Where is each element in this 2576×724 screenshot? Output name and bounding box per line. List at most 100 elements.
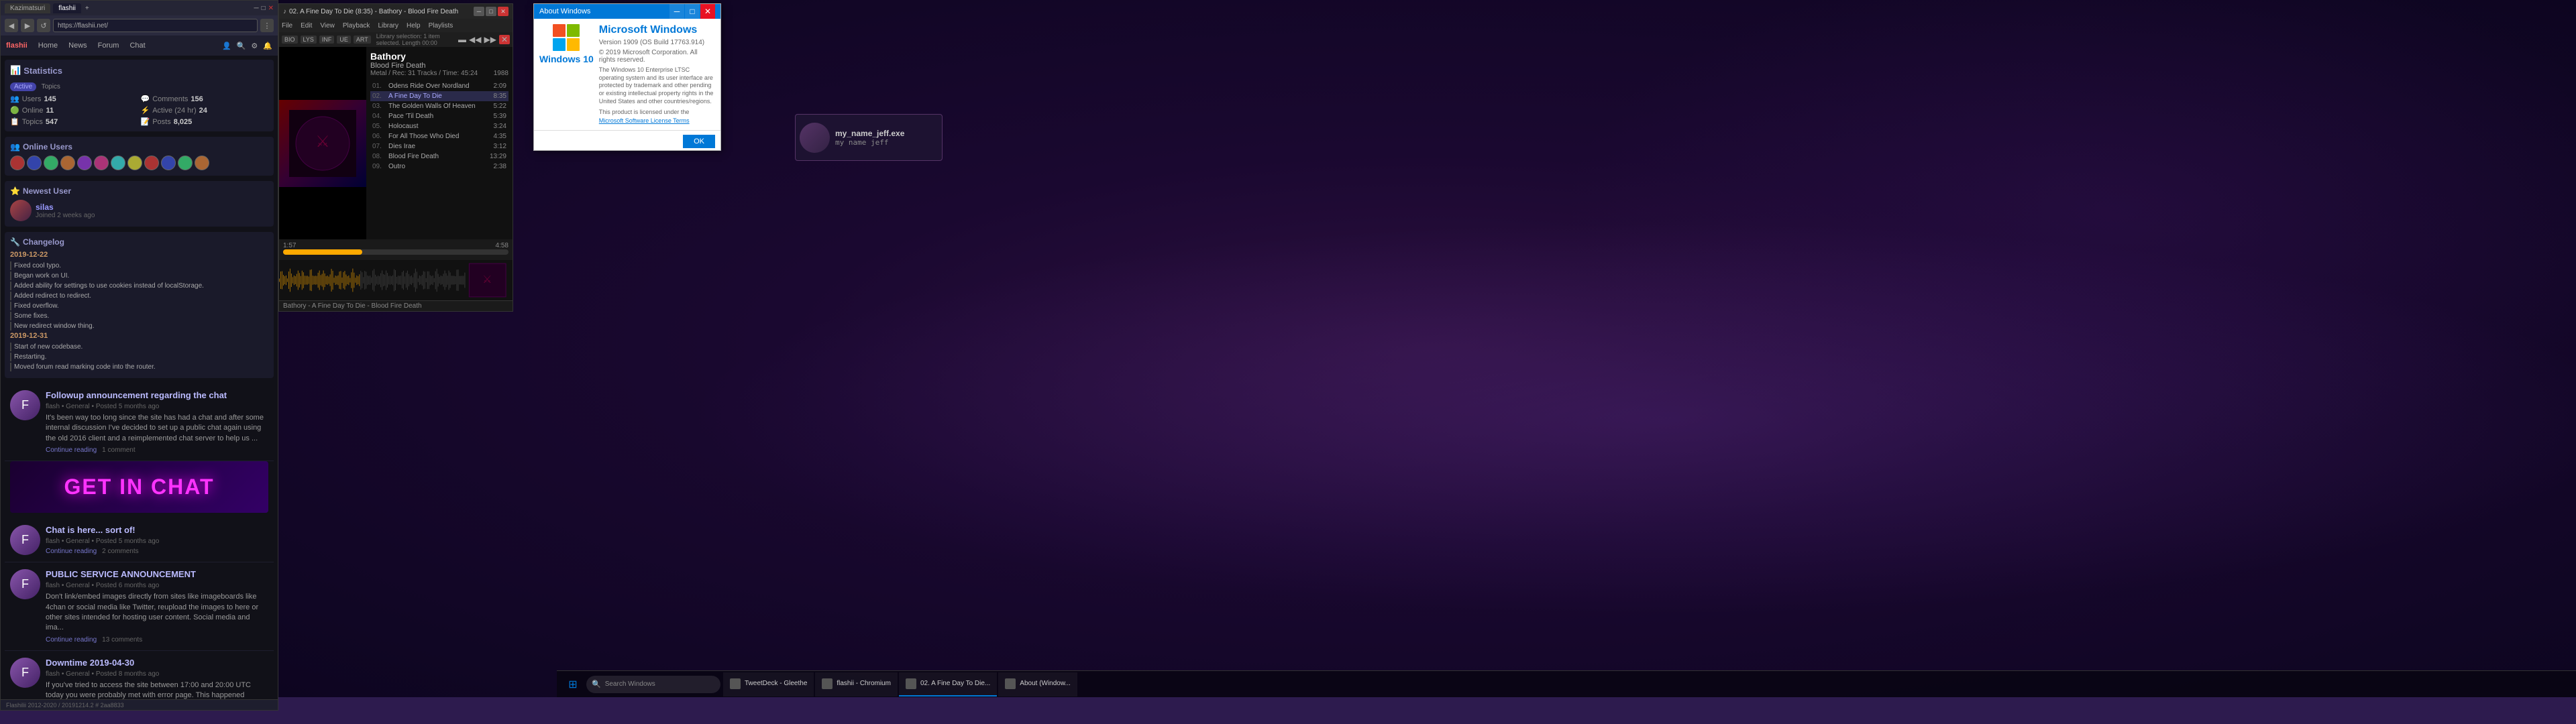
menu-playback[interactable]: Playback bbox=[343, 22, 370, 29]
new-tab-button[interactable]: + bbox=[85, 5, 89, 12]
menu-library[interactable]: Library bbox=[378, 22, 398, 29]
win10-ok-button[interactable]: OK bbox=[683, 135, 715, 148]
music-minimize-button[interactable]: ─ bbox=[474, 7, 484, 16]
win10-minimize-button[interactable]: ─ bbox=[669, 4, 684, 19]
taskbar-app[interactable]: flashii - Chromium bbox=[815, 672, 898, 697]
post-avatar: F bbox=[10, 658, 40, 688]
site-logo[interactable]: flashii bbox=[6, 42, 28, 50]
nav-home[interactable]: Home bbox=[38, 42, 58, 50]
refresh-button[interactable]: ↺ bbox=[37, 19, 50, 32]
site-nav: flashii Home News Forum Chat 👤 🔍 ⚙ 🔔 bbox=[1, 36, 278, 56]
taskbar-app[interactable]: TweetDeck - Gleethe bbox=[723, 672, 814, 697]
track-row[interactable]: 01.Odens Ride Over Nordland2:09 bbox=[370, 81, 508, 91]
newest-user-section: ⭐ Newest User silas Joined 2 weeks ago bbox=[5, 181, 274, 227]
address-bar[interactable]: https://flashii.net/ bbox=[53, 19, 258, 32]
track-row[interactable]: 03.The Golden Walls Of Heaven5:22 bbox=[370, 101, 508, 111]
track-name: Dies Irae bbox=[388, 143, 491, 150]
track-row[interactable]: 07.Dies Irae3:12 bbox=[370, 141, 508, 152]
taskbar-app[interactable]: 02. A Fine Day To Die... bbox=[899, 672, 997, 697]
stat-topics: 📋 Topics 547 bbox=[10, 117, 138, 126]
win10-logo: Windows 10 bbox=[539, 24, 594, 125]
win10-license-link[interactable]: Microsoft Software License Terms bbox=[599, 117, 690, 124]
track-row[interactable]: 06.For All Those Who Died4:35 bbox=[370, 131, 508, 141]
taskbar-app[interactable]: About (Window... bbox=[998, 672, 1077, 697]
toolbar-ue[interactable]: UE bbox=[337, 36, 351, 44]
menu-view[interactable]: View bbox=[320, 22, 335, 29]
read-more-link[interactable]: Continue reading bbox=[46, 548, 97, 555]
titlebar-close[interactable]: ✕ bbox=[268, 5, 274, 12]
post-title[interactable]: Chat is here... sort of! bbox=[46, 525, 268, 535]
titlebar-maximize[interactable]: □ bbox=[262, 5, 266, 12]
back-button[interactable]: ◀ bbox=[5, 19, 18, 32]
forward-button[interactable]: ▶ bbox=[21, 19, 34, 32]
post-item: F PUBLIC SERVICE ANNOUNCEMENT flash • Ge… bbox=[5, 562, 274, 651]
toolbar-art[interactable]: ART bbox=[354, 36, 371, 44]
browser-tab-inactive[interactable]: Kazimatsuri bbox=[5, 3, 50, 13]
post-title[interactable]: PUBLIC SERVICE ANNOUNCEMENT bbox=[46, 569, 268, 579]
win-next-music[interactable]: ▶▶ bbox=[484, 35, 496, 44]
read-more-link[interactable]: Continue reading bbox=[46, 446, 97, 454]
progress-bar-container[interactable] bbox=[283, 249, 508, 255]
statistics-section: 📊 Statistics Active Topics 👥 Users 145 💬… bbox=[5, 60, 274, 131]
changelog-item: Added ability for settings to use cookie… bbox=[10, 282, 268, 290]
win-minimize-music[interactable]: ▬ bbox=[458, 35, 466, 44]
music-close-button[interactable]: ✕ bbox=[498, 7, 508, 16]
post-avatar: F bbox=[10, 390, 40, 420]
toolbar-bio[interactable]: BIO bbox=[282, 36, 298, 44]
taskbar-search[interactable]: 🔍 Search Windows bbox=[586, 676, 720, 693]
win-close-music[interactable]: ✕ bbox=[499, 35, 510, 44]
browser-status-bar: Flashilii 2012-2020 / 20191214.2 # 2aa88… bbox=[1, 699, 278, 710]
track-duration: 3:24 bbox=[494, 123, 506, 130]
menu-edit[interactable]: Edit bbox=[301, 22, 312, 29]
nav-forum[interactable]: Forum bbox=[98, 42, 119, 50]
user-avatar bbox=[144, 156, 159, 170]
toolbar-lys[interactable]: LYS bbox=[301, 36, 317, 44]
changelog-item: Some fixes. bbox=[10, 312, 268, 320]
post-avatar: F bbox=[10, 569, 40, 599]
get-in-chat-banner[interactable]: GET IN CHAT bbox=[10, 461, 268, 513]
post-body: PUBLIC SERVICE ANNOUNCEMENT flash • Gene… bbox=[46, 569, 268, 644]
win10-version: Version 1909 (OS Build 17763.914) bbox=[599, 39, 715, 46]
library-selection: Library selection: 1 item selected. Leng… bbox=[376, 33, 453, 46]
user-icon[interactable]: 👤 bbox=[222, 42, 231, 50]
win-prev-music[interactable]: ◀◀ bbox=[469, 35, 481, 44]
track-row[interactable]: 09.Outro2:38 bbox=[370, 162, 508, 172]
artist-name: Bathory bbox=[370, 51, 508, 62]
browser-tab-active[interactable]: flashii bbox=[53, 3, 81, 13]
browser-window: Kazimatsuri flashii + ─ □ ✕ ◀ ▶ ↺ https:… bbox=[0, 0, 278, 711]
track-name: For All Those Who Died bbox=[388, 133, 491, 140]
titlebar-minimize[interactable]: ─ bbox=[254, 5, 258, 12]
track-row[interactable]: 08.Blood Fire Death13:29 bbox=[370, 152, 508, 162]
changelog-item: New redirect window thing. bbox=[10, 322, 268, 330]
music-maximize-button[interactable]: □ bbox=[486, 7, 496, 16]
menu-help[interactable]: Help bbox=[407, 22, 421, 29]
menu-file[interactable]: File bbox=[282, 22, 292, 29]
win10-maximize-button[interactable]: □ bbox=[685, 4, 700, 19]
search-icon[interactable]: 🔍 bbox=[237, 42, 246, 50]
extensions-button[interactable]: ⋮ bbox=[260, 19, 274, 32]
track-row[interactable]: 02.A Fine Day To Die8:35 bbox=[370, 91, 508, 101]
taskbar-app-label: About (Window... bbox=[1020, 680, 1071, 687]
post-title[interactable]: Downtime 2019-04-30 bbox=[46, 658, 268, 668]
taskbar-search-icon: 🔍 bbox=[592, 680, 601, 688]
stat-users: 👥 Users 145 bbox=[10, 95, 138, 103]
music-window-title: 02. A Fine Day To Die (8:35) - Bathory -… bbox=[289, 8, 471, 15]
active-value: 24 bbox=[199, 107, 207, 115]
taskbar-start-button[interactable]: ⊞ bbox=[562, 674, 584, 695]
toolbar-inf[interactable]: INF bbox=[319, 36, 335, 44]
music-player-window: ♪ 02. A Fine Day To Die (8:35) - Bathory… bbox=[278, 3, 513, 312]
post-title[interactable]: Followup announcement regarding the chat bbox=[46, 390, 268, 400]
win10-close-button[interactable]: ✕ bbox=[700, 4, 715, 19]
menu-playlists[interactable]: Playlists bbox=[429, 22, 453, 29]
user-avatar bbox=[111, 156, 125, 170]
track-row[interactable]: 05.Holocaust3:24 bbox=[370, 121, 508, 131]
album-meta: Metal / Rec: 31 Tracks / Time: 45:24 198… bbox=[370, 70, 508, 77]
track-row[interactable]: 04.Pace 'Til Death5:39 bbox=[370, 111, 508, 121]
nav-chat[interactable]: Chat bbox=[129, 42, 145, 50]
ms-windows-label: Microsoft Windows bbox=[599, 24, 715, 36]
nav-news[interactable]: News bbox=[68, 42, 87, 50]
notifications-icon[interactable]: 🔔 bbox=[263, 42, 272, 50]
browser-titlebar: Kazimatsuri flashii + ─ □ ✕ bbox=[1, 1, 278, 15]
settings-icon[interactable]: ⚙ bbox=[251, 42, 258, 50]
read-more-link[interactable]: Continue reading bbox=[46, 636, 97, 644]
